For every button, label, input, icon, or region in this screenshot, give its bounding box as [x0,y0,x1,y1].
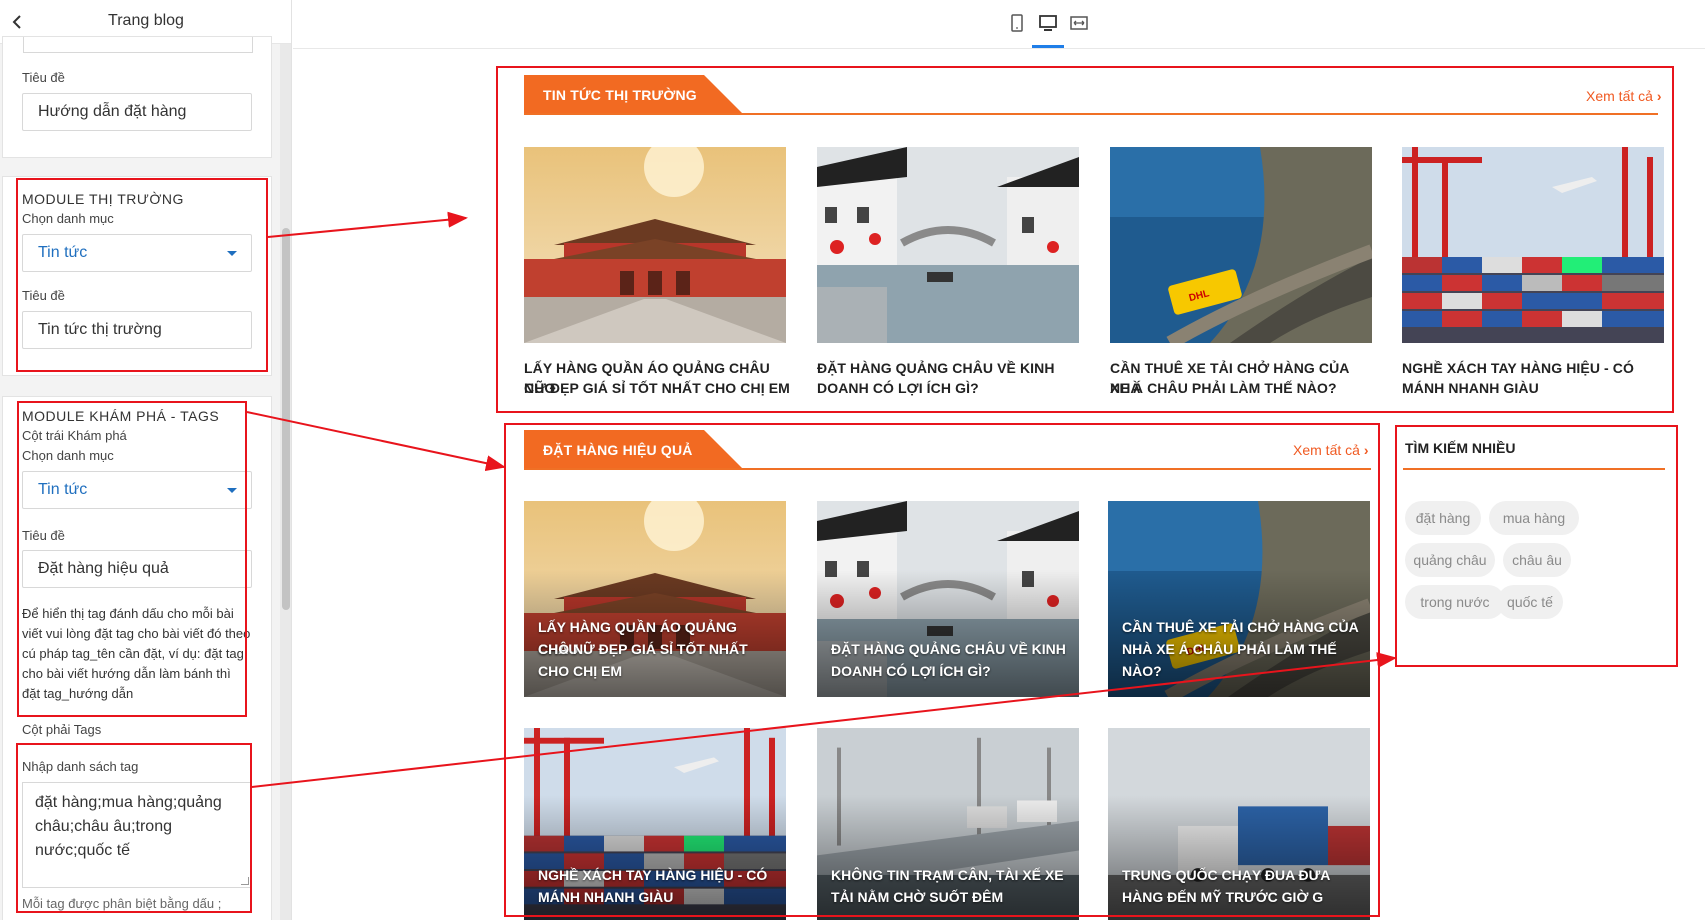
market-post-thumbnail[interactable] [1402,147,1664,343]
market-post-title[interactable]: ĐẶT HÀNG QUẢNG CHÂU VỀ KINH [817,358,1085,378]
caret-down-icon [227,251,237,256]
desktop-icon [1039,15,1057,31]
market-title-input[interactable]: Tin tức thị trường [22,311,252,349]
panel-title: Trang blog [108,12,184,29]
tag-chip[interactable]: châu âu [1503,543,1571,577]
explore-post-title[interactable]: ĐẶT HÀNG QUẢNG CHÂU VỀ KINH [831,638,1071,660]
editor-panel: Trang blog Tiêu đề Hướng dẫn đặt hàng MO… [0,0,292,920]
market-post-thumbnail[interactable]: DHL [1110,147,1372,343]
explore-category-label: Chọn danh mục [22,448,114,463]
explore-module-heading: MODULE KHÁM PHÁ - TAGS [22,408,220,424]
tags-list-label: Nhập danh sách tag [22,759,139,774]
market-category-label: Chọn danh mục [22,211,114,226]
active-device-indicator [1032,45,1064,48]
market-see-all-link[interactable]: Xem tất cả › [1586,88,1661,104]
card1-title-input[interactable]: Hướng dẫn đặt hàng [22,93,252,131]
tags-list-textarea[interactable]: đặt hàng;mua hàng;quảng châu;châu âu;tro… [22,782,252,888]
explore-category-select[interactable]: Tin tức [22,471,252,509]
market-post-title[interactable]: MÁNH NHANH GIÀU [1402,378,1670,398]
explore-left-col-label: Cột trái Khám phá [22,428,127,443]
explore-post-title[interactable]: NHÀ XE Á CHÂU PHẢI LÀM THẾ [1122,638,1362,660]
tag-chip[interactable]: quốc tế [1497,585,1563,619]
explore-post-title[interactable]: HÀNG ĐẾN MỸ TRƯỚC GIỜ G [1122,886,1362,908]
explore-category-value: Tin tức [38,481,88,498]
sidebar-rule [1403,468,1665,470]
explore-post-title[interactable]: TRUNG QUỐC CHẠY ĐUA ĐƯA [1122,864,1362,886]
explore-section-heading: ĐẶT HÀNG HIỆU QUẢ [543,442,693,458]
market-post-title[interactable]: DOANH CÓ LỢI ÍCH GÌ? [817,378,1085,398]
market-section-heading: TIN TỨC THỊ TRƯỜNG [543,87,697,103]
explore-post-title[interactable]: CHO CHỊ EM [538,660,778,682]
market-post-thumbnail[interactable] [817,147,1079,343]
chevron-right-icon: › [1363,442,1369,458]
full-width-icon [1070,16,1088,30]
explore-post-title[interactable]: TẢI NẰM CHỜ SUỐT ĐÊM [831,886,1071,908]
explore-section-rule [524,468,1371,470]
post-image [524,147,786,343]
tags-list-value: đặt hàng;mua hàng;quảng châu;châu âu;tro… [35,794,222,859]
tag-chip[interactable]: đặt hàng [1405,501,1481,535]
explore-see-all-link[interactable]: Xem tất cả › [1293,442,1368,458]
explore-post-title[interactable]: CẦN THUÊ XE TẢI CHỞ HÀNG CỦA [1122,616,1362,638]
tags-hint: Mỗi tag được phân biệt bằng dấu ; [22,896,222,911]
market-module-heading: MODULE THỊ TRƯỜNG [22,191,184,207]
post-image: DHL [1110,147,1372,343]
tag-syntax-note: Để hiển thị tag đánh dấu cho mỗi bài viế… [22,606,251,701]
explore-post-title[interactable]: NGHỀ XÁCH TAY HÀNG HIỆU - CÓ [538,864,778,886]
market-category-value: Tin tức [38,244,88,261]
caret-down-icon [227,488,237,493]
mobile-icon [1011,14,1023,32]
market-section-rule [524,113,1658,115]
mobile-view-button[interactable] [1006,12,1028,34]
explore-post-title[interactable]: DOANH CÓ LỢI ÍCH GÌ? [831,660,1071,682]
chevron-right-icon: › [1656,88,1662,104]
tag-chip[interactable]: trong nước [1405,585,1505,619]
market-post-title[interactable]: XE Á CHÂU PHẢI LÀM THẾ NÀO? [1110,378,1378,398]
tag-chip[interactable]: mua hàng [1489,501,1579,535]
market-post-title[interactable]: NGHỀ XÁCH TAY HÀNG HIỆU - CÓ [1402,358,1670,378]
explore-post-title[interactable]: NÀO? [1122,660,1362,682]
previous-field-tail [23,37,253,53]
desktop-view-button[interactable] [1037,12,1059,34]
explore-post-title[interactable]: KHÔNG TIN TRẠM CÂN, TÀI XẾ XE [831,864,1071,886]
explore-post-title[interactable]: CHO NỮ ĐẸP GIÁ SỈ TỐT NHẤT [538,638,778,660]
resize-grip-icon[interactable] [241,877,249,885]
panel-scrollbar-thumb[interactable] [282,228,290,610]
explore-title-input[interactable]: Đặt hàng hiệu quả [22,550,252,588]
post-image [1402,147,1664,343]
explore-post-title[interactable]: MÁNH NHANH GIÀU [538,886,778,908]
market-see-all-label: Xem tất cả [1586,88,1653,104]
market-post-thumbnail[interactable] [524,147,786,343]
market-category-select[interactable]: Tin tức [22,234,252,272]
market-post-title[interactable]: NỮ ĐẸP GIÁ SỈ TỐT NHẤT CHO CHỊ EM [524,378,792,398]
explore-right-col-label: Cột phải Tags [22,722,102,737]
device-toolbar [293,0,1705,49]
post-image [817,147,1079,343]
explore-see-all-label: Xem tất cả [1293,442,1360,458]
card1-title-label: Tiêu đề [22,70,65,85]
sidebar-heading: TÌM KIẾM NHIỀU [1405,440,1516,456]
explore-title-label: Tiêu đề [22,528,65,543]
market-title-label: Tiêu đề [22,288,65,303]
page-root: Trang blog Tiêu đề Hướng dẫn đặt hàng MO… [0,0,1705,920]
full-width-view-button[interactable] [1068,12,1090,34]
tag-chip[interactable]: quảng châu [1405,543,1495,577]
arrow-market [267,211,468,238]
